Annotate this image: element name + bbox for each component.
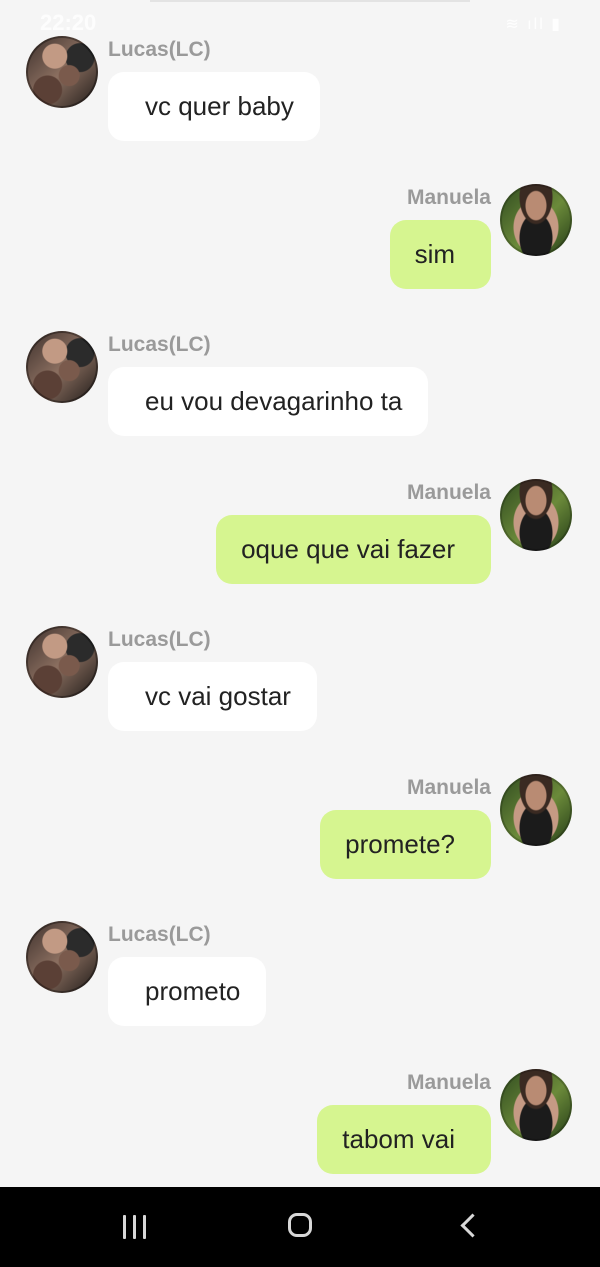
back-icon[interactable] [450, 1207, 490, 1247]
sender-avatar[interactable] [26, 331, 98, 403]
message-bubble[interactable]: prometo [108, 957, 267, 1026]
sender-name: Manuela [406, 186, 491, 209]
sender-name: Lucas(LC) [108, 923, 211, 946]
home-icon-shape [288, 1213, 312, 1237]
message-outgoing: Manuela promete? [0, 774, 600, 894]
chat-thread[interactable]: Lucas(LC) vc quer baby Manuela sim Lucas… [0, 0, 600, 1187]
sender-name: Lucas(LC) [108, 333, 211, 356]
recents-icon[interactable] [116, 1207, 156, 1247]
sender-name: Manuela [406, 481, 491, 504]
sender-name: Lucas(LC) [108, 38, 211, 61]
back-icon-shape [460, 1213, 485, 1238]
message-incoming: Lucas(LC) prometo [0, 921, 600, 1041]
message-bubble[interactable]: tabom vai [317, 1105, 491, 1174]
sender-name: Lucas(LC) [108, 628, 211, 651]
sender-avatar[interactable] [500, 1069, 572, 1141]
message-outgoing: Manuela sim [0, 184, 600, 304]
sender-avatar[interactable] [26, 626, 98, 698]
sender-avatar[interactable] [500, 479, 572, 551]
message-incoming: Lucas(LC) eu vou devagarinho ta [0, 331, 600, 451]
message-bubble[interactable]: oque que vai fazer [216, 515, 491, 584]
sender-name: Manuela [406, 776, 491, 799]
sender-avatar[interactable] [500, 774, 572, 846]
message-bubble[interactable]: eu vou devagarinho ta [108, 367, 429, 436]
message-bubble[interactable]: vc quer baby [108, 72, 320, 141]
recents-icon-bar [133, 1215, 136, 1239]
system-nav-bar [0, 1187, 600, 1267]
home-icon[interactable] [282, 1207, 322, 1247]
message-outgoing: Manuela oque que vai fazer [0, 479, 600, 599]
sender-avatar[interactable] [26, 36, 98, 108]
message-incoming: Lucas(LC) vc quer baby [0, 36, 600, 156]
message-incoming: Lucas(LC) vc vai gostar [0, 626, 600, 746]
recents-icon-bar [123, 1215, 126, 1239]
sender-avatar[interactable] [500, 184, 572, 256]
recents-icon-bar [143, 1215, 146, 1239]
sender-name: Manuela [406, 1071, 491, 1094]
message-bubble[interactable]: vc vai gostar [108, 662, 317, 731]
message-bubble[interactable]: promete? [320, 810, 491, 879]
message-outgoing: Manuela tabom vai [0, 1069, 600, 1189]
sender-avatar[interactable] [26, 921, 98, 993]
message-bubble[interactable]: sim [389, 220, 491, 289]
